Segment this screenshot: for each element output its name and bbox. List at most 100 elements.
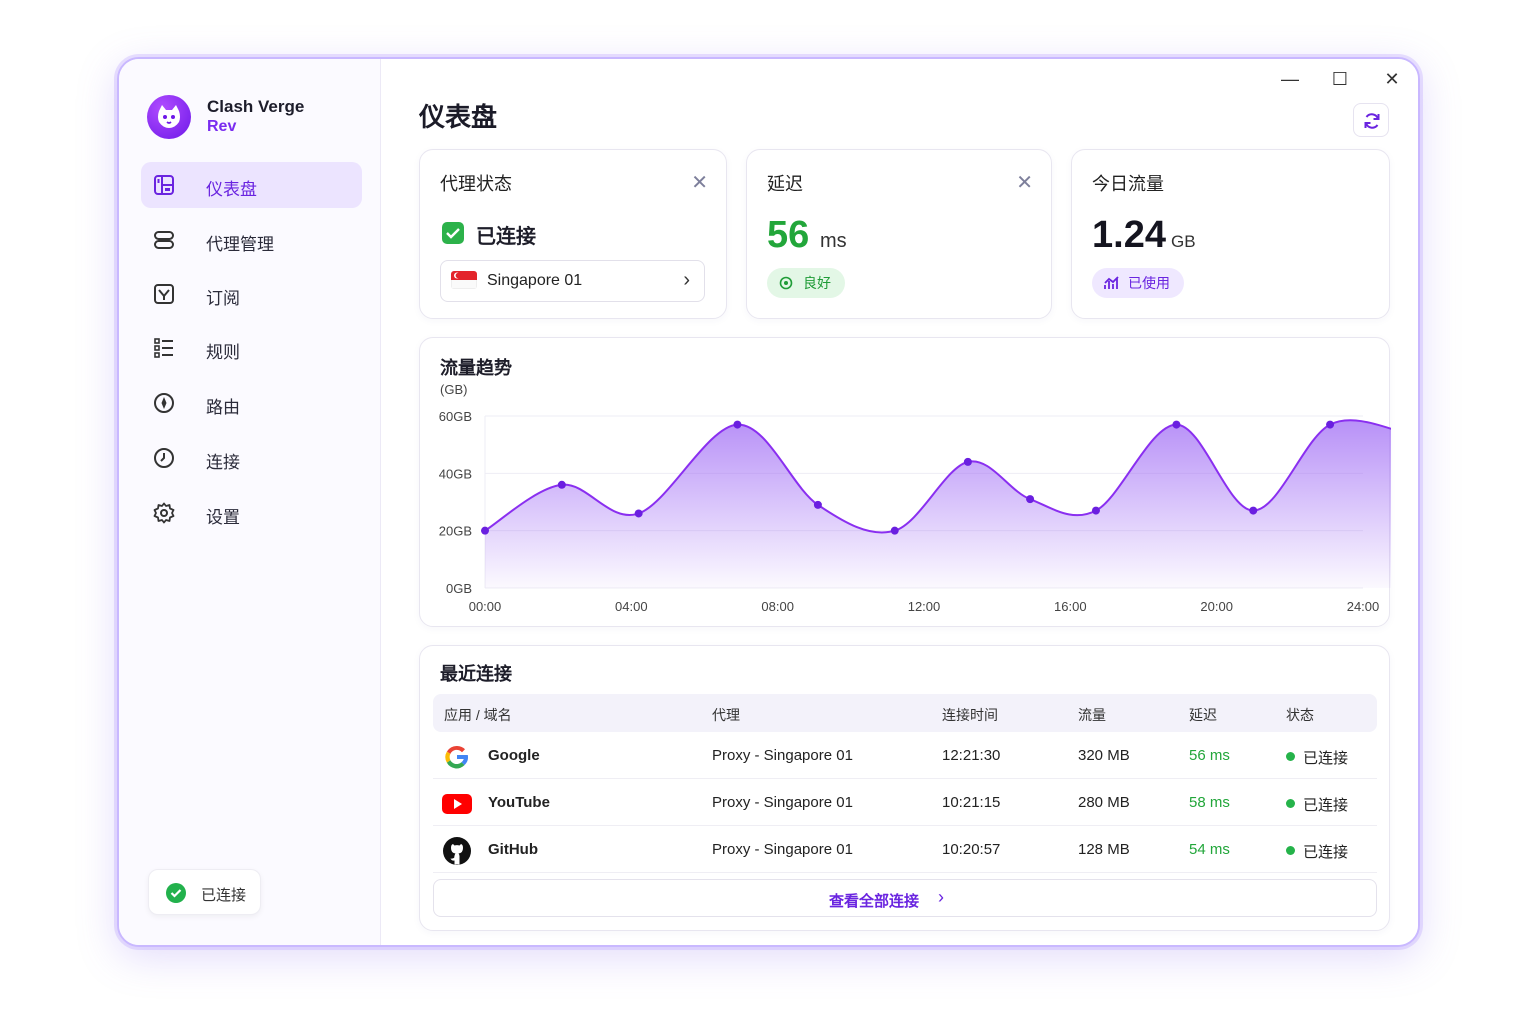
data-point xyxy=(963,457,972,466)
card-title: 延迟 xyxy=(767,174,803,194)
x-tick-label: 12:00 xyxy=(908,599,941,614)
maximize-button[interactable]: ☐ xyxy=(1325,69,1355,95)
column-header-proxy: 代理 xyxy=(712,707,740,723)
route-icon xyxy=(154,393,174,413)
singapore-flag-icon xyxy=(451,271,477,289)
proxy-connection-status: 已连接 xyxy=(476,226,536,248)
latency-value: 56 xyxy=(767,214,810,256)
proxy-name: Proxy - Singapore 01 xyxy=(712,794,853,811)
x-tick-label: 08:00 xyxy=(761,599,794,614)
github-icon xyxy=(443,837,471,865)
youtube-icon xyxy=(442,794,472,814)
connect-time: 10:21:15 xyxy=(942,794,1001,811)
x-tick-label: 04:00 xyxy=(615,599,648,614)
sidebar-item-label: 代理管理 xyxy=(206,235,274,254)
connection-status: 已连接 xyxy=(1303,844,1349,861)
data-point xyxy=(1172,420,1181,429)
app-edition: Rev xyxy=(207,118,237,135)
y-tick-label: 0GB xyxy=(446,581,472,596)
data-point xyxy=(1026,495,1035,504)
data-point xyxy=(1326,420,1335,429)
close-card-icon[interactable]: ✕ xyxy=(1016,170,1033,195)
sidebar-item-label: 设置 xyxy=(206,508,240,527)
sidebar-item-connections[interactable]: 连接 xyxy=(141,435,362,481)
traffic-amount: 280 MB xyxy=(1078,794,1130,811)
data-point xyxy=(890,526,899,535)
sidebar-item-route[interactable]: 路由 xyxy=(141,380,362,426)
proxy-name: Proxy - Singapore 01 xyxy=(712,841,853,858)
proxy-name: Proxy - Singapore 01 xyxy=(712,747,853,764)
sidebar-item-settings[interactable]: 设置 xyxy=(141,490,362,536)
data-point xyxy=(634,509,643,518)
sidebar-item-label: 订阅 xyxy=(206,289,240,308)
rules-icon xyxy=(154,338,173,358)
y-tick-label: 60GB xyxy=(439,409,472,424)
traffic-unit: GB xyxy=(1171,232,1196,251)
sidebar-item-label: 路由 xyxy=(206,398,240,417)
app-name: Clash Verge xyxy=(207,97,305,116)
latency-value: 56 ms xyxy=(1189,747,1230,764)
app-name: Google xyxy=(488,747,540,764)
chevron-right-icon: › xyxy=(938,887,944,907)
sidebar: Clash Verge Rev 仪表盘 代理管理 订阅 规则 路由 连接 设置 … xyxy=(119,59,381,945)
table-row[interactable]: GitHub Proxy - Singapore 01 10:20:57 128… xyxy=(433,827,1377,873)
latency-quality-badge: 良好 xyxy=(767,268,845,298)
selected-node-name: Singapore 01 xyxy=(487,272,583,289)
x-tick-label: 24:00 xyxy=(1347,599,1380,614)
table-header: 应用 / 域名 代理 连接时间 流量 延迟 状态 xyxy=(433,694,1377,732)
table-row[interactable]: YouTube Proxy - Singapore 01 10:21:15 28… xyxy=(433,780,1377,826)
data-point xyxy=(813,500,822,509)
target-icon xyxy=(779,276,793,290)
connections-icon xyxy=(154,448,174,468)
close-card-icon[interactable]: ✕ xyxy=(691,170,708,195)
table-row[interactable]: Google Proxy - Singapore 01 12:21:30 320… xyxy=(433,733,1377,779)
minimize-button[interactable]: — xyxy=(1275,69,1305,95)
sidebar-item-dashboard[interactable]: 仪表盘 xyxy=(141,162,362,208)
connection-status-pill[interactable]: 已连接 xyxy=(148,869,261,915)
refresh-button[interactable] xyxy=(1353,103,1389,137)
app-window: Clash Verge Rev 仪表盘 代理管理 订阅 规则 路由 连接 设置 … xyxy=(117,57,1420,947)
sidebar-item-subscription[interactable]: 订阅 xyxy=(141,271,362,317)
table-title: 最近连接 xyxy=(440,664,512,684)
traffic-today-card: 今日流量 1.24 GB 已使用 xyxy=(1071,149,1390,319)
cat-logo-icon xyxy=(158,105,180,128)
traffic-amount: 320 MB xyxy=(1078,747,1130,764)
connection-status: 已连接 xyxy=(1303,797,1349,814)
latency-value: 54 ms xyxy=(1189,841,1230,858)
proxy-icon xyxy=(154,231,174,249)
data-point xyxy=(481,526,489,535)
view-all-label: 查看全部连接 xyxy=(829,893,920,910)
check-icon xyxy=(442,222,464,244)
main-content: — ☐ ✕ 仪表盘 代理状态 ✕ 已连接 Singapore 01 › 延迟 ✕… xyxy=(382,59,1418,945)
series-area xyxy=(485,420,1391,588)
close-button[interactable]: ✕ xyxy=(1377,69,1407,95)
recent-connections-card: 最近连接 应用 / 域名 代理 连接时间 流量 延迟 状态 Google Pro… xyxy=(419,645,1390,931)
latency-unit: ms xyxy=(820,230,847,252)
check-circle-icon xyxy=(166,883,186,903)
latency-value: 58 ms xyxy=(1189,794,1230,811)
traffic-trend-card: 60GB 40GB 20GB 0GB 00:00 04:00 08:00 12:00 16:00… xyxy=(419,337,1391,627)
chart-title: 流量趋势 xyxy=(440,358,512,378)
chart-y-unit: (GB) xyxy=(440,382,468,397)
column-header-time: 连接时间 xyxy=(942,707,998,723)
traffic-used-badge: 已使用 xyxy=(1092,268,1184,298)
view-all-connections-button[interactable]: 查看全部连接 › xyxy=(433,879,1377,917)
badge-label: 良好 xyxy=(803,275,831,291)
bar-chart-icon xyxy=(1104,276,1119,289)
status-dot-icon xyxy=(1286,799,1295,808)
latency-card: 延迟 ✕ 56 ms 良好 xyxy=(746,149,1052,319)
traffic-amount: 128 MB xyxy=(1078,841,1130,858)
connection-status: 已连接 xyxy=(1303,750,1349,767)
status-dot-icon xyxy=(1286,752,1295,761)
data-point xyxy=(733,420,742,429)
card-title: 代理状态 xyxy=(440,174,512,194)
data-point xyxy=(557,480,566,489)
sidebar-item-rules[interactable]: 规则 xyxy=(141,325,362,371)
dashboard-icon xyxy=(154,175,174,195)
sidebar-item-label: 规则 xyxy=(206,343,240,362)
proxy-status-card: 代理状态 ✕ 已连接 Singapore 01 › xyxy=(419,149,727,319)
sidebar-item-proxy[interactable]: 代理管理 xyxy=(141,217,362,263)
node-selector[interactable]: Singapore 01 › xyxy=(440,260,705,302)
column-header-latency: 延迟 xyxy=(1189,707,1217,723)
app-logo xyxy=(147,95,191,139)
